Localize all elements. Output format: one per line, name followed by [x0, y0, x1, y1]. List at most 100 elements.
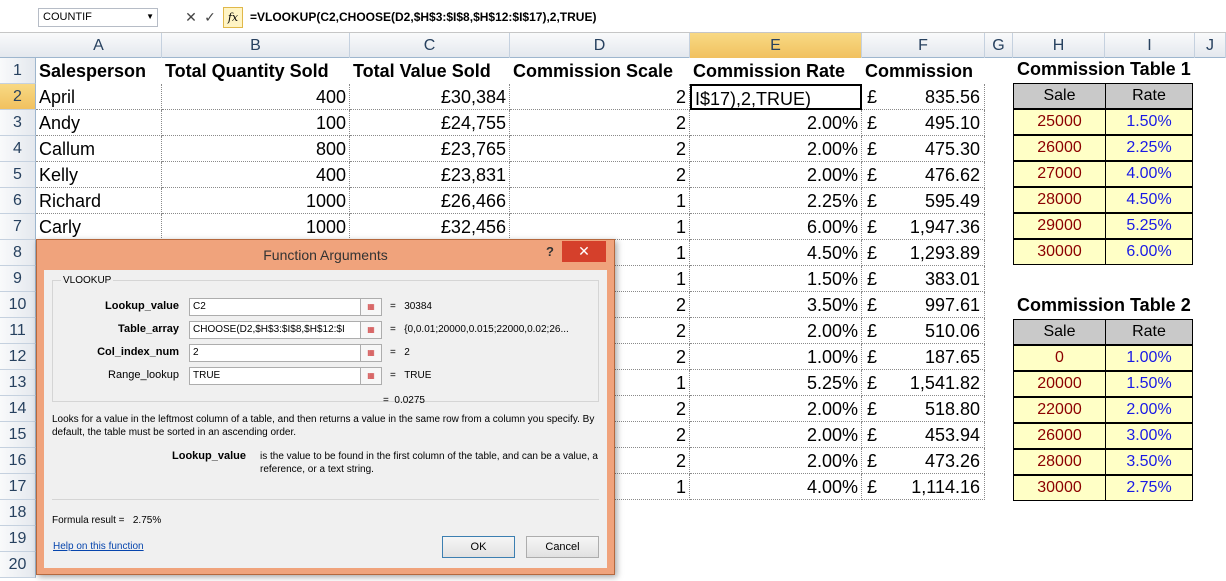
cell-f[interactable]: £453.94 — [862, 422, 985, 448]
cell-f[interactable]: £495.10 — [862, 110, 985, 136]
row-header-9[interactable]: 9 — [0, 266, 36, 292]
row-header-20[interactable]: 20 — [0, 552, 36, 578]
cell-a[interactable]: Richard — [36, 188, 162, 214]
table2-rate-cell[interactable]: 2.75% — [1105, 475, 1193, 501]
cell-a[interactable]: Andy — [36, 110, 162, 136]
cell-e[interactable]: 2.25% — [690, 188, 862, 214]
cell-c[interactable]: £23,765 — [350, 136, 510, 162]
cell-f[interactable]: £1,293.89 — [862, 240, 985, 266]
insert-function-icon[interactable]: fx — [223, 7, 243, 28]
cell-b[interactable]: 400 — [162, 84, 350, 110]
table2-rate-cell[interactable]: 1.00% — [1105, 345, 1193, 371]
table1-sale-cell[interactable]: 26000 — [1013, 135, 1106, 161]
cell-f[interactable]: £1,947.36 — [862, 214, 985, 240]
table2-rate-cell[interactable]: 3.00% — [1105, 423, 1193, 449]
cell-e[interactable]: 2.00% — [690, 136, 862, 162]
row-header-5[interactable]: 5 — [0, 162, 36, 188]
cell-e[interactable]: 2.00% — [690, 162, 862, 188]
cell-b[interactable]: 800 — [162, 136, 350, 162]
row-header-19[interactable]: 19 — [0, 526, 36, 552]
column-header-c[interactable]: C — [350, 33, 510, 58]
table1-rate-cell[interactable]: 1.50% — [1105, 109, 1193, 135]
collapse-dialog-icon[interactable]: ▦ — [360, 367, 382, 385]
cell-b[interactable]: 400 — [162, 162, 350, 188]
column-header-h[interactable]: H — [1013, 33, 1105, 58]
cell-f[interactable]: £595.49 — [862, 188, 985, 214]
row-header-1[interactable]: 1 — [0, 58, 36, 84]
cell-e[interactable]: 2.00% — [690, 396, 862, 422]
column-header-d[interactable]: D — [510, 33, 690, 58]
cancel-entry-icon[interactable]: ✕ — [183, 8, 199, 27]
cell-f[interactable]: £475.30 — [862, 136, 985, 162]
cell-f[interactable]: £473.26 — [862, 448, 985, 474]
cell-a[interactable]: Kelly — [36, 162, 162, 188]
formula-input[interactable]: =VLOOKUP(C2,CHOOSE(D2,$H$3:$I$8,$H$12:$I… — [250, 8, 596, 27]
cell-a[interactable]: Callum — [36, 136, 162, 162]
cell-d[interactable]: 2 — [510, 84, 690, 110]
collapse-dialog-icon[interactable]: ▦ — [360, 321, 382, 339]
name-box[interactable]: COUNTIF ▼ — [38, 8, 158, 27]
cell-b[interactable]: 1000 — [162, 188, 350, 214]
row-header-7[interactable]: 7 — [0, 214, 36, 240]
cancel-button[interactable]: Cancel — [526, 536, 599, 558]
row-header-15[interactable]: 15 — [0, 422, 36, 448]
cell-d[interactable]: 2 — [510, 110, 690, 136]
header-cell-d[interactable]: Commission Scale — [510, 58, 690, 84]
active-cell-editor[interactable]: I$17),2,TRUE) — [690, 84, 862, 110]
cell-b[interactable]: 100 — [162, 110, 350, 136]
column-header-e[interactable]: E — [690, 33, 862, 58]
argument-input-lookup-value[interactable]: C2 — [189, 298, 361, 316]
header-cell-e[interactable]: Commission Rate — [690, 58, 862, 84]
cell-e[interactable]: 2.00% — [690, 318, 862, 344]
cell-f[interactable]: £835.56 — [862, 84, 985, 110]
column-header-i[interactable]: I — [1105, 33, 1195, 58]
cell-e[interactable]: 1.00% — [690, 344, 862, 370]
table1-sale-cell[interactable]: 27000 — [1013, 161, 1106, 187]
table1-rate-cell[interactable]: 5.25% — [1105, 213, 1193, 239]
table2-sale-cell[interactable]: 22000 — [1013, 397, 1106, 423]
row-header-12[interactable]: 12 — [0, 344, 36, 370]
cell-f[interactable]: £1,541.82 — [862, 370, 985, 396]
cell-e[interactable]: 5.25% — [690, 370, 862, 396]
row-header-14[interactable]: 14 — [0, 396, 36, 422]
cell-e[interactable]: 6.00% — [690, 214, 862, 240]
cell-f[interactable]: £187.65 — [862, 344, 985, 370]
cell-e[interactable]: 3.50% — [690, 292, 862, 318]
row-header-2[interactable]: 2 — [0, 84, 36, 110]
column-header-a[interactable]: A — [36, 33, 162, 58]
row-header-18[interactable]: 18 — [0, 500, 36, 526]
column-header-f[interactable]: F — [862, 33, 985, 58]
cell-d[interactable]: 2 — [510, 162, 690, 188]
cell-a[interactable]: Carly — [36, 214, 162, 240]
table2-sale-cell[interactable]: 28000 — [1013, 449, 1106, 475]
cell-e[interactable]: 4.00% — [690, 474, 862, 500]
column-header-j[interactable]: J — [1195, 33, 1226, 58]
table2-rate-cell[interactable]: 3.50% — [1105, 449, 1193, 475]
table1-rate-cell[interactable]: 6.00% — [1105, 239, 1193, 265]
cell-f[interactable]: £510.06 — [862, 318, 985, 344]
help-icon[interactable]: ? — [546, 244, 554, 259]
row-header-3[interactable]: 3 — [0, 110, 36, 136]
row-header-16[interactable]: 16 — [0, 448, 36, 474]
row-header-13[interactable]: 13 — [0, 370, 36, 396]
cell-e[interactable]: 2.00% — [690, 448, 862, 474]
help-link[interactable]: Help on this function — [53, 541, 144, 552]
header-cell-f[interactable]: Commission — [862, 58, 985, 84]
ok-button[interactable]: OK — [442, 536, 515, 558]
row-header-4[interactable]: 4 — [0, 136, 36, 162]
cell-c[interactable]: £23,831 — [350, 162, 510, 188]
cell-c[interactable]: £30,384 — [350, 84, 510, 110]
header-cell-a[interactable]: Salesperson — [36, 58, 162, 84]
header-cell-c[interactable]: Total Value Sold — [350, 58, 510, 84]
cell-d[interactable]: 2 — [510, 136, 690, 162]
cell-c[interactable]: £26,466 — [350, 188, 510, 214]
row-header-17[interactable]: 17 — [0, 474, 36, 500]
table2-rate-cell[interactable]: 1.50% — [1105, 371, 1193, 397]
argument-input-table-array[interactable]: CHOOSE(D2,$H$3:$I$8,$H$12:$I — [189, 321, 361, 339]
table2-sale-cell[interactable]: 30000 — [1013, 475, 1106, 501]
cell-e[interactable]: 2.00% — [690, 110, 862, 136]
table2-sale-cell[interactable]: 20000 — [1013, 371, 1106, 397]
row-header-11[interactable]: 11 — [0, 318, 36, 344]
row-header-10[interactable]: 10 — [0, 292, 36, 318]
chevron-down-icon[interactable]: ▼ — [146, 12, 154, 21]
